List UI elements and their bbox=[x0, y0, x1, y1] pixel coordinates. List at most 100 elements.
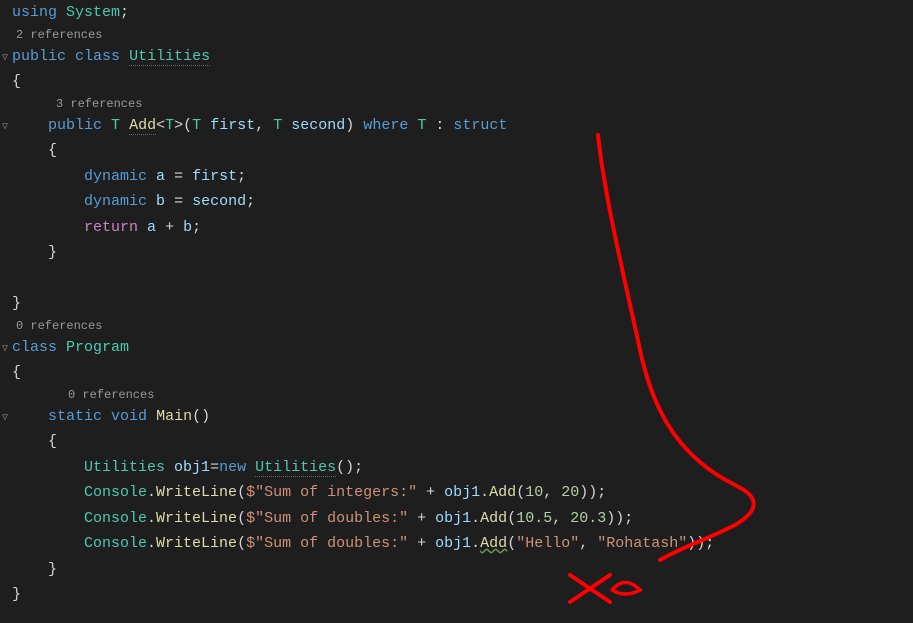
brace-open: { bbox=[48, 433, 57, 450]
code-line[interactable]: ▽public class Utilities bbox=[12, 44, 913, 70]
angle-close: > bbox=[174, 117, 183, 134]
dot: . bbox=[471, 510, 480, 527]
brace-open: { bbox=[48, 142, 57, 159]
codelens-references[interactable]: 0 references bbox=[12, 386, 913, 404]
code-line[interactable]: } bbox=[12, 240, 913, 266]
semicolon: ; bbox=[120, 4, 129, 21]
type-system: System bbox=[66, 4, 120, 21]
code-line[interactable]: { bbox=[12, 360, 913, 386]
code-line[interactable]: } bbox=[12, 582, 913, 608]
keyword-static: static bbox=[48, 408, 102, 425]
method-name: Add bbox=[129, 117, 156, 135]
brace-close: } bbox=[48, 244, 57, 261]
code-line[interactable]: { bbox=[12, 138, 913, 164]
code-line[interactable]: Console.WriteLine($"Sum of doubles:" + o… bbox=[12, 531, 913, 557]
type-param: T bbox=[417, 117, 426, 134]
collapse-icon[interactable]: ▽ bbox=[2, 119, 8, 136]
number: 10.5 bbox=[516, 510, 552, 527]
code-line[interactable]: Console.WriteLine($"Sum of doubles:" + o… bbox=[12, 506, 913, 532]
paren-open: ( bbox=[237, 535, 246, 552]
code-line[interactable] bbox=[12, 266, 913, 292]
angle-open: < bbox=[156, 117, 165, 134]
codelens-references[interactable]: 0 references bbox=[12, 317, 913, 335]
code-line[interactable]: { bbox=[12, 429, 913, 455]
collapse-icon[interactable]: ▽ bbox=[2, 341, 8, 358]
type-param: T bbox=[273, 117, 282, 134]
brace-open: { bbox=[12, 364, 21, 381]
variable: a bbox=[156, 168, 165, 185]
code-line[interactable]: dynamic b = second; bbox=[12, 189, 913, 215]
keyword-public: public bbox=[12, 48, 66, 65]
code-line[interactable]: ▽class Program bbox=[12, 335, 913, 361]
paren-open: ( bbox=[183, 117, 192, 134]
keyword-struct: struct bbox=[453, 117, 507, 134]
method: WriteLine bbox=[156, 484, 237, 501]
code-line[interactable]: return a + b; bbox=[12, 215, 913, 241]
semicolon: ; bbox=[237, 168, 246, 185]
codelens-references[interactable]: 3 references bbox=[12, 95, 913, 113]
string: "Sum of integers:" bbox=[255, 484, 417, 501]
keyword-dynamic: dynamic bbox=[84, 168, 147, 185]
codelens-references[interactable]: 2 references bbox=[12, 26, 913, 44]
variable: b bbox=[183, 219, 192, 236]
code-line[interactable]: dynamic a = first; bbox=[12, 164, 913, 190]
comma: , bbox=[255, 117, 264, 134]
semicolon: ; bbox=[597, 484, 606, 501]
comma: , bbox=[543, 484, 561, 501]
code-line[interactable]: ▽ static void Main() bbox=[12, 404, 913, 430]
code-line[interactable]: } bbox=[12, 291, 913, 317]
paren-open: ( bbox=[516, 484, 525, 501]
keyword-dynamic: dynamic bbox=[84, 193, 147, 210]
code-line[interactable]: Console.WriteLine($"Sum of integers:" + … bbox=[12, 480, 913, 506]
type-param: T bbox=[111, 117, 120, 134]
number: 20 bbox=[561, 484, 579, 501]
code-line[interactable]: { bbox=[12, 69, 913, 95]
brace-close: } bbox=[48, 561, 57, 578]
dot: . bbox=[147, 535, 156, 552]
method: WriteLine bbox=[156, 510, 237, 527]
collapse-icon[interactable]: ▽ bbox=[2, 50, 8, 67]
variable: second bbox=[192, 193, 246, 210]
keyword-class: class bbox=[75, 48, 120, 65]
paren-close: ) bbox=[606, 510, 615, 527]
type-param: T bbox=[165, 117, 174, 134]
method-error: Add bbox=[480, 535, 507, 552]
param: first bbox=[210, 117, 255, 134]
method: Add bbox=[489, 484, 516, 501]
number: 20.3 bbox=[570, 510, 606, 527]
paren-open: ( bbox=[237, 510, 246, 527]
dot: . bbox=[471, 535, 480, 552]
keyword-new: new bbox=[219, 459, 246, 476]
code-line[interactable]: using System; bbox=[12, 0, 913, 26]
type: Console bbox=[84, 535, 147, 552]
plus: + bbox=[408, 510, 435, 527]
keyword-class: class bbox=[12, 339, 57, 356]
dot: . bbox=[147, 510, 156, 527]
type-param: T bbox=[192, 117, 201, 134]
type: Console bbox=[84, 510, 147, 527]
keyword-using: using bbox=[12, 4, 57, 21]
interp: $ bbox=[246, 484, 255, 501]
code-line[interactable]: Utilities obj1=new Utilities(); bbox=[12, 455, 913, 481]
brace-open: { bbox=[12, 73, 21, 90]
type: Utilities bbox=[255, 459, 336, 477]
paren-open: ( bbox=[507, 510, 516, 527]
code-editor[interactable]: using System; 2 references ▽public class… bbox=[12, 0, 913, 608]
type: Console bbox=[84, 484, 147, 501]
plus: + bbox=[165, 219, 174, 236]
method-name: Main bbox=[156, 408, 192, 425]
keyword-return: return bbox=[84, 219, 138, 236]
variable: obj1 bbox=[174, 459, 210, 476]
interp: $ bbox=[246, 510, 255, 527]
string: "Rohatash" bbox=[597, 535, 687, 552]
equals: = bbox=[174, 193, 183, 210]
paren-close: ) bbox=[579, 484, 588, 501]
code-line[interactable]: } bbox=[12, 557, 913, 583]
paren-close: ) bbox=[615, 510, 624, 527]
method: Add bbox=[480, 510, 507, 527]
code-line[interactable]: ▽ public T Add<T>(T first, T second) whe… bbox=[12, 113, 913, 139]
variable: a bbox=[147, 219, 156, 236]
variable: b bbox=[156, 193, 165, 210]
variable: obj1 bbox=[444, 484, 480, 501]
collapse-icon[interactable]: ▽ bbox=[2, 410, 8, 427]
